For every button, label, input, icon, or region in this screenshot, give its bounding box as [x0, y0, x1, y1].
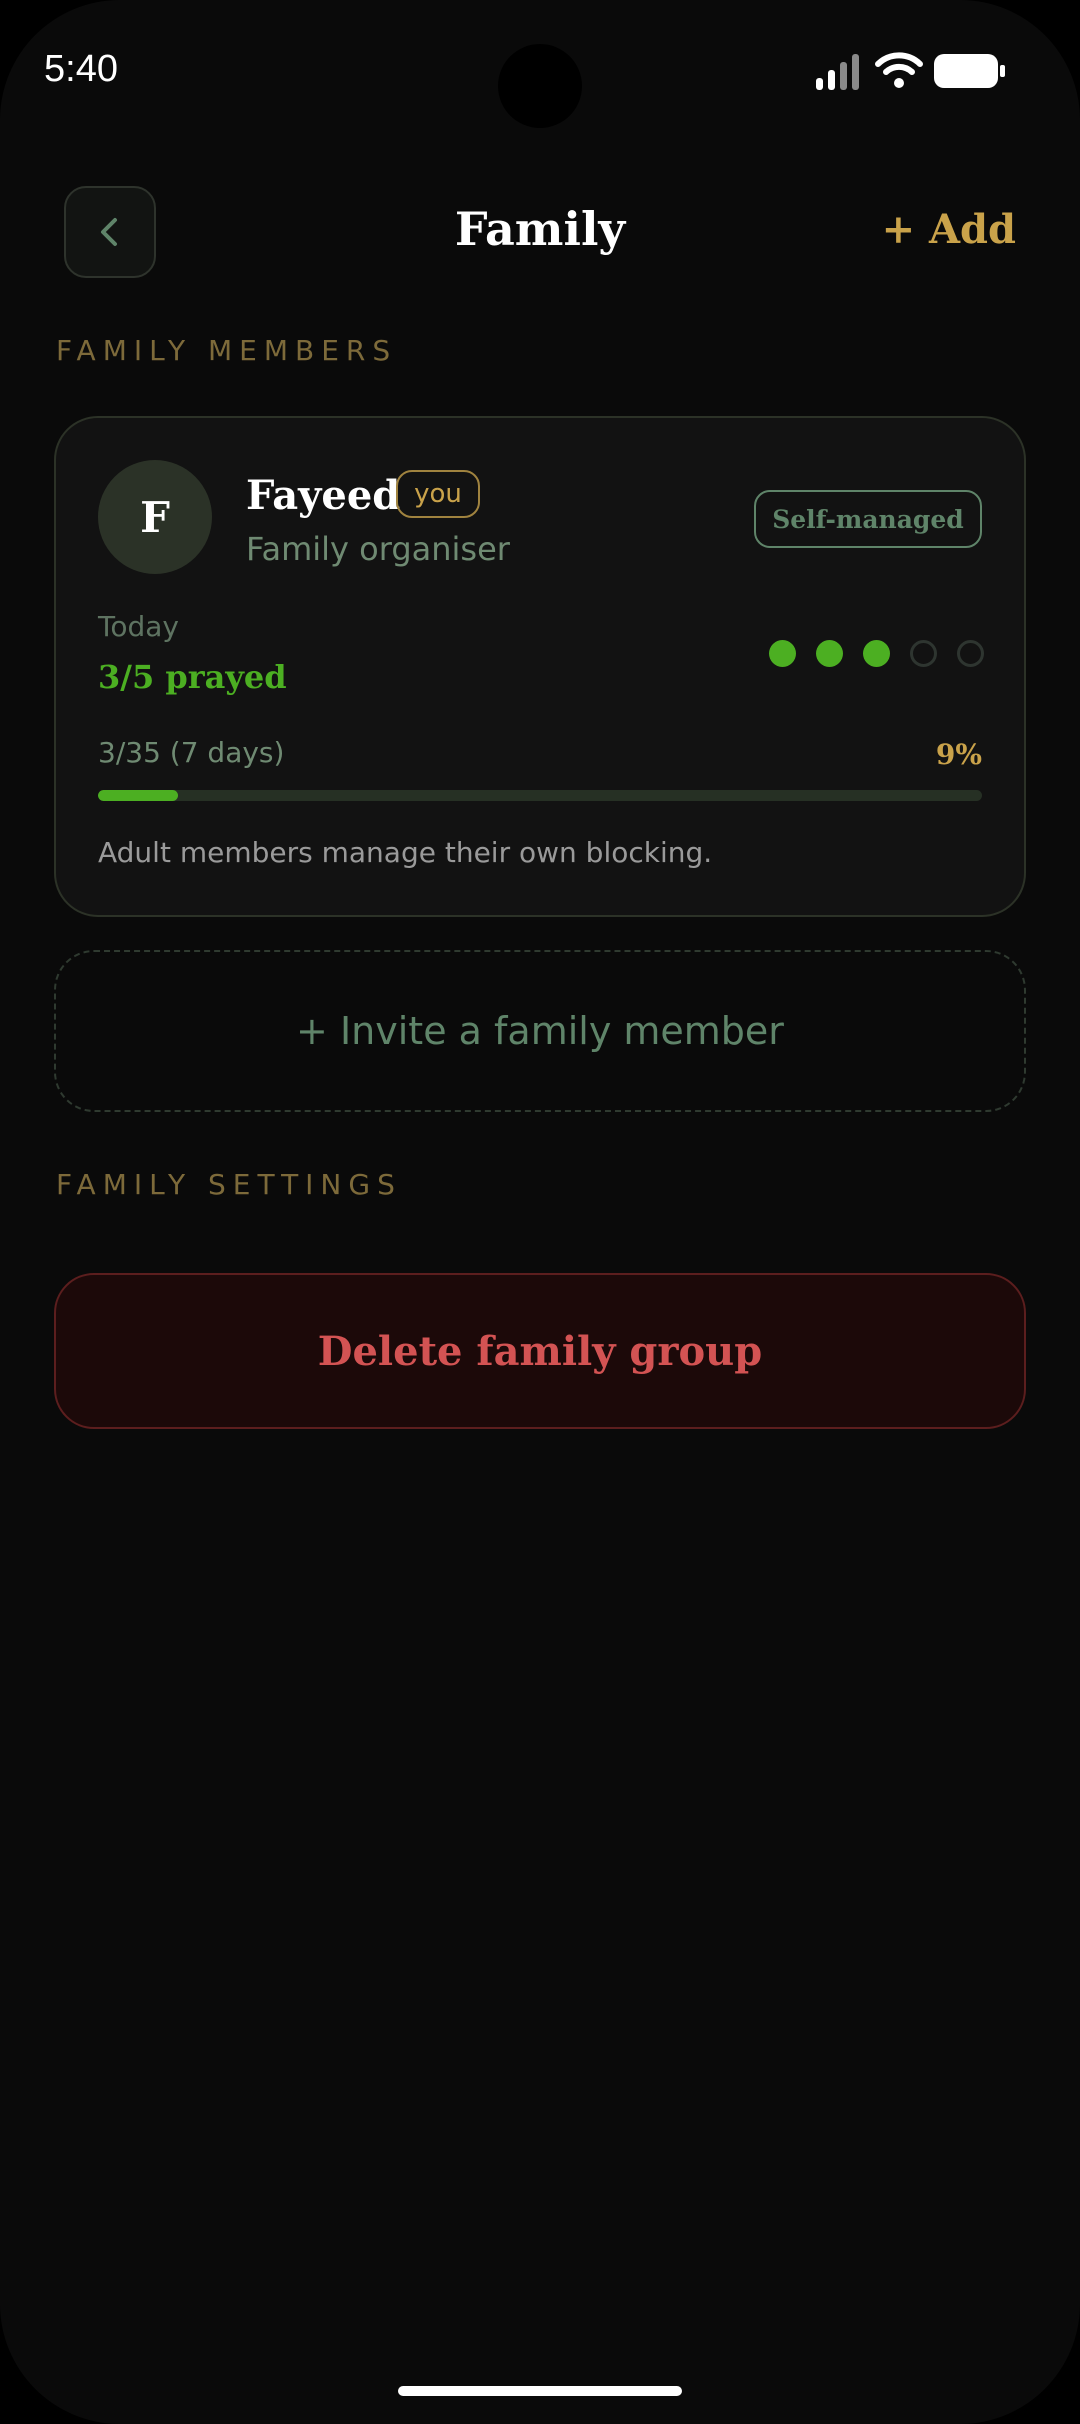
prayer-dot-filled: [816, 640, 843, 667]
add-button[interactable]: + Add: [882, 206, 1016, 253]
today-label: Today: [98, 610, 179, 643]
prayer-dot-filled: [863, 640, 890, 667]
camera-cutout: [498, 44, 582, 128]
section-label-settings: FAMILY SETTINGS: [56, 1168, 402, 1201]
member-card[interactable]: F Fayeed you Family organiser Self-manag…: [54, 416, 1026, 917]
weekly-progress-text: 3/35 (7 days): [98, 736, 285, 769]
avatar: F: [98, 460, 212, 574]
battery-icon: [934, 54, 1005, 88]
phone-screen: 5:40 Family + Add FAMILY MEMBERS F Fayee…: [0, 0, 1080, 2424]
blocking-note: Adult members manage their own blocking.: [98, 836, 713, 869]
member-name: Fayeed: [246, 472, 401, 519]
signal-icon: [816, 54, 859, 90]
you-badge: you: [396, 470, 480, 518]
member-role: Family organiser: [246, 530, 510, 568]
section-label-members: FAMILY MEMBERS: [56, 334, 398, 367]
progress-bar: [98, 790, 982, 801]
prayed-count: 3/5 prayed: [98, 658, 287, 696]
self-managed-badge: Self-managed: [754, 490, 982, 548]
wifi-icon: [875, 52, 923, 88]
progress-bar-fill: [98, 790, 178, 801]
prayer-dot-empty: [957, 640, 984, 667]
invite-member-button[interactable]: + Invite a family member: [54, 950, 1026, 1112]
prayer-dots: [769, 640, 984, 667]
prayer-dot-filled: [769, 640, 796, 667]
prayer-dot-empty: [910, 640, 937, 667]
home-indicator[interactable]: [398, 2386, 682, 2396]
status-time: 5:40: [44, 48, 118, 90]
weekly-percent: 9%: [935, 738, 982, 771]
delete-family-button[interactable]: Delete family group: [54, 1273, 1026, 1429]
